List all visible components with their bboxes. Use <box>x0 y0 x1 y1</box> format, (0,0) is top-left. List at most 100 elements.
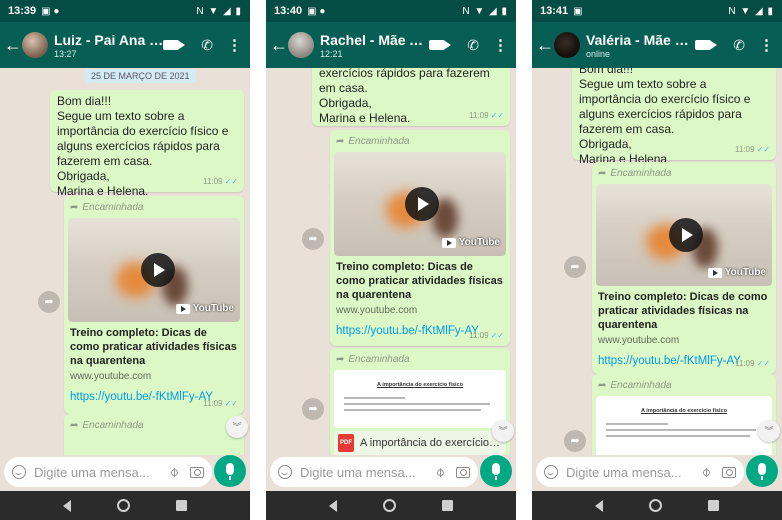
video-thumbnail[interactable]: YouTube <box>334 152 506 256</box>
message-bubble[interactable]: Bom dia!!! Segue um texto sobre a import… <box>50 90 244 198</box>
message-time: 11:09 <box>469 331 489 340</box>
avatar[interactable] <box>554 32 580 58</box>
read-ticks-icon: ✓✓ <box>756 359 770 368</box>
avatar[interactable] <box>288 32 314 58</box>
mic-button[interactable] <box>214 455 246 487</box>
attach-icon[interactable]: ⌀ <box>698 464 715 481</box>
video-call-icon[interactable] <box>429 40 452 50</box>
back-arrow-icon[interactable]: ← <box>4 36 22 54</box>
emoji-icon[interactable] <box>278 465 292 479</box>
nav-recent-icon[interactable] <box>176 500 187 511</box>
nav-back-icon[interactable] <box>595 499 603 512</box>
chat-area[interactable]: Bom dia!!! Segue um texto sobre a import… <box>532 68 782 455</box>
mic-button[interactable] <box>746 455 778 487</box>
phone-icon[interactable]: ✆ <box>733 37 745 54</box>
document-preview[interactable]: A importância do exercício físico <box>334 370 506 428</box>
forwarded-label: ➦ Encaminhada <box>336 136 410 147</box>
nav-back-icon[interactable] <box>329 499 337 512</box>
input-placeholder[interactable]: Digite uma mensa... <box>34 465 166 480</box>
input-placeholder[interactable]: Digite uma mensa... <box>300 465 432 480</box>
play-icon[interactable] <box>669 218 703 252</box>
scroll-down-icon[interactable]: ︾ <box>226 416 248 438</box>
mic-button[interactable] <box>480 455 512 487</box>
message-composer: Digite uma mensa... ⌀ <box>532 455 782 489</box>
video-call-icon[interactable] <box>695 40 718 50</box>
play-icon[interactable] <box>141 253 175 287</box>
date-chip: 25 DE MARÇO DE 2021 <box>85 69 196 83</box>
message-meta: 11:09 ✓✓ <box>203 396 238 411</box>
forward-icon: ➦ <box>336 354 345 365</box>
more-menu-icon[interactable]: ⋮ <box>759 36 774 54</box>
message-bubble[interactable]: Bom dia!!! Segue um texto sobre a import… <box>572 68 776 166</box>
system-nav-bar <box>266 491 516 520</box>
message-time: 11:09 <box>203 399 223 408</box>
video-thumbnail[interactable]: YouTube <box>596 184 772 286</box>
back-arrow-icon[interactable]: ← <box>536 36 554 54</box>
camera-icon[interactable] <box>456 466 470 478</box>
document-message-bubble[interactable]: ➦ Encaminhada A importância do exercício … <box>592 374 776 455</box>
camera-icon[interactable] <box>722 466 736 478</box>
share-icon[interactable]: ➦ <box>564 256 586 278</box>
forwarded-label: ➦ Encaminhada <box>70 202 144 213</box>
chat-header: ← Rachel - Mãe Ana... 12:21 ✆ ⋮ <box>266 22 516 68</box>
contact-name: Rachel - Mãe Ana... <box>320 31 429 48</box>
message-meta: 11:09 ✓✓ <box>469 108 504 123</box>
attach-icon[interactable]: ⌀ <box>432 464 449 481</box>
message-input[interactable]: Digite uma mensa... ⌀ <box>270 457 478 487</box>
share-icon[interactable]: ➦ <box>564 430 586 452</box>
share-icon[interactable]: ➦ <box>38 291 60 313</box>
chat-area[interactable]: 25 DE MARÇO DE 2021 Bom dia!!! Segue um … <box>0 68 250 455</box>
nav-home-icon[interactable] <box>383 499 396 512</box>
document-preview[interactable]: A importância do exercício físico <box>596 396 772 455</box>
input-placeholder[interactable]: Digite uma mensa... <box>566 465 698 480</box>
link-message-bubble[interactable]: ➦ Encaminhada YouTube Treino completo: Di… <box>330 130 510 346</box>
scroll-down-icon[interactable]: ︾ <box>492 420 514 442</box>
play-icon[interactable] <box>405 187 439 221</box>
avatar[interactable] <box>22 32 48 58</box>
nav-home-icon[interactable] <box>117 499 130 512</box>
video-thumbnail[interactable]: YouTube <box>68 218 240 322</box>
link-title[interactable]: Treino completo: Dicas de como praticar … <box>68 326 240 368</box>
phone-icon[interactable]: ✆ <box>201 37 213 54</box>
attach-icon[interactable]: ⌀ <box>166 464 183 481</box>
back-arrow-icon[interactable]: ← <box>270 36 288 54</box>
chat-area[interactable]: exercícios rápidos para fazerem em casa.… <box>266 68 516 455</box>
nav-recent-icon[interactable] <box>442 500 453 511</box>
link-title[interactable]: Treino completo: Dicas de como praticar … <box>334 260 506 302</box>
nav-home-icon[interactable] <box>649 499 662 512</box>
nav-recent-icon[interactable] <box>708 500 719 511</box>
message-meta: 11:09 ✓✓ <box>735 142 770 157</box>
last-seen: 13:27 <box>54 48 77 59</box>
emoji-icon[interactable] <box>544 465 558 479</box>
scroll-down-icon[interactable]: ︾ <box>758 420 780 442</box>
document-message-bubble[interactable]: ➦ Encaminhada A importância do exercício … <box>330 348 510 455</box>
more-menu-icon[interactable]: ⋮ <box>493 36 508 54</box>
forwarded-message-bubble[interactable]: ➦ Encaminhada <box>64 414 244 455</box>
forwarded-label: ➦ Encaminhada <box>336 354 410 365</box>
contact-info[interactable]: Luiz - Pai Ana Cri... 13:27 <box>54 32 163 59</box>
link-domain: www.youtube.com <box>70 371 152 382</box>
phone-icon[interactable]: ✆ <box>467 37 479 54</box>
link-title[interactable]: Treino completo: Dicas de como praticar … <box>596 290 772 332</box>
message-meta: 11:09 ✓✓ <box>203 174 238 189</box>
link-message-bubble[interactable]: ➦ Encaminhada YouTube Treino completo: Di… <box>592 162 776 374</box>
nav-back-icon[interactable] <box>63 499 71 512</box>
message-composer: Digite uma mensa... ⌀ <box>266 455 516 489</box>
contact-info[interactable]: Valéria - Mãe Ellen online <box>586 32 695 59</box>
contact-name: Valéria - Mãe Ellen <box>586 31 695 48</box>
share-icon[interactable]: ➦ <box>302 228 324 250</box>
message-composer: Digite uma mensa... ⌀ <box>0 455 250 489</box>
camera-icon[interactable] <box>190 466 204 478</box>
emoji-icon[interactable] <box>12 465 26 479</box>
status-bar: 13:39 ▣ ● N ▼ ◢ ▮ <box>0 0 250 22</box>
link-message-bubble[interactable]: ➦ Encaminhada YouTube Treino completo: Di… <box>64 196 244 414</box>
message-input[interactable]: Digite uma mensa... ⌀ <box>4 457 212 487</box>
document-file-row[interactable]: PDF A importância do exercício f... <box>334 431 506 455</box>
message-input[interactable]: Digite uma mensa... ⌀ <box>536 457 744 487</box>
contact-info[interactable]: Rachel - Mãe Ana... 12:21 <box>320 32 429 59</box>
phone-screen-2: 13:40 ▣ ● N ▼ ◢ ▮ ← Rachel - Mãe Ana... … <box>266 0 516 520</box>
share-icon[interactable]: ➦ <box>302 398 324 420</box>
message-bubble[interactable]: exercícios rápidos para fazerem em casa.… <box>312 68 510 126</box>
more-menu-icon[interactable]: ⋮ <box>227 36 242 54</box>
video-call-icon[interactable] <box>163 40 186 50</box>
